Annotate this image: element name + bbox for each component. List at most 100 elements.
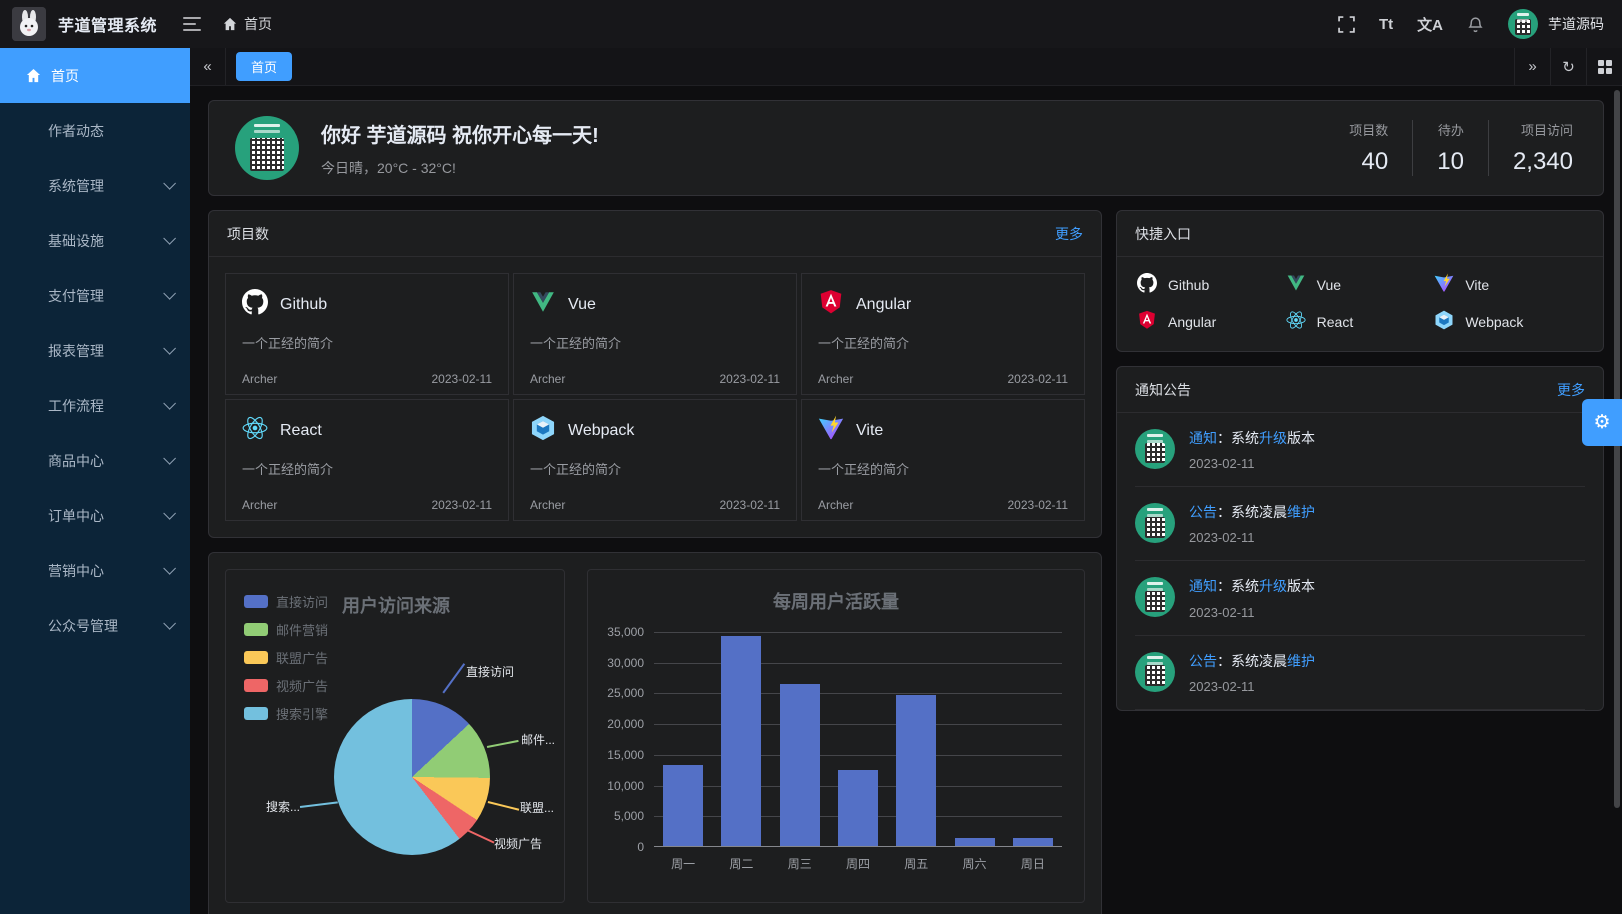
legend-swatch: [244, 651, 268, 664]
collapse-menu-icon[interactable]: [183, 17, 201, 31]
notice-item-3[interactable]: 通知：系统升级版本2023-02-11: [1135, 561, 1585, 635]
bars-container: [654, 632, 1062, 846]
notice-title: 通知：系统升级版本: [1189, 577, 1315, 595]
sidebar-item-5[interactable]: 支付管理: [0, 268, 190, 323]
project-card-vite[interactable]: Vite一个正经的简介Archer2023-02-11: [801, 399, 1085, 521]
y-axis-label: 10,000: [607, 779, 644, 793]
tabs-collapse-left-icon[interactable]: «: [190, 48, 226, 85]
sidebar-item-9[interactable]: 订单中心: [0, 488, 190, 543]
project-name: Angular: [856, 296, 911, 314]
gear-icon: ⚙: [1593, 411, 1610, 434]
stat-label: 项目访问: [1513, 120, 1573, 139]
stat-项目数: 项目数40: [1325, 120, 1412, 176]
legend-item-联盟广告[interactable]: 联盟广告: [244, 648, 328, 667]
bar-周五: [896, 695, 936, 846]
bar-周日: [1013, 838, 1053, 846]
language-icon[interactable]: 文A: [1417, 14, 1443, 35]
legend-item-直接访问[interactable]: 直接访问: [244, 592, 328, 611]
project-name: Vite: [856, 422, 883, 440]
chevron-down-icon: [163, 452, 176, 465]
chevron-down-icon: [163, 342, 176, 355]
sidebar-item-label: 订单中心: [48, 506, 163, 526]
vite-icon: [818, 415, 844, 446]
tabs-scroll-right-icon[interactable]: »: [1514, 48, 1550, 85]
font-size-icon[interactable]: Tt: [1379, 16, 1393, 33]
sidebar-item-3[interactable]: 系统管理: [0, 158, 190, 213]
y-axis-label: 15,000: [607, 748, 644, 762]
sidebar-item-8[interactable]: 商品中心: [0, 433, 190, 488]
fullscreen-icon[interactable]: [1338, 16, 1355, 33]
sidebar-item-7[interactable]: 工作流程: [0, 378, 190, 433]
shortcut-label: Webpack: [1465, 314, 1523, 330]
projects-more-link[interactable]: 更多: [1055, 224, 1083, 244]
vertical-scrollbar[interactable]: [1614, 90, 1620, 808]
github-icon: [1137, 273, 1157, 296]
project-card-react[interactable]: React一个正经的简介Archer2023-02-11: [225, 399, 509, 521]
bar-周四: [838, 770, 878, 846]
breadcrumb[interactable]: 首页: [223, 14, 272, 34]
notice-item-1[interactable]: 通知：系统升级版本2023-02-11: [1135, 413, 1585, 487]
sidebar-item-4[interactable]: 基础设施: [0, 213, 190, 268]
settings-drawer-button[interactable]: ⚙: [1582, 399, 1622, 446]
legend-item-视频广告[interactable]: 视频广告: [244, 676, 328, 695]
project-desc: 一个正经的简介: [818, 333, 1068, 352]
sidebar-item-label: 公众号管理: [48, 616, 163, 636]
notice-item-2[interactable]: 公告：系统凌晨维护2023-02-11: [1135, 487, 1585, 561]
shortcut-vue[interactable]: Vue: [1286, 273, 1435, 296]
shortcut-vite[interactable]: Vite: [1434, 273, 1583, 296]
y-axis-label: 0: [637, 840, 644, 854]
shortcut-label: Vue: [1317, 277, 1341, 293]
tab-home[interactable]: 首页: [236, 52, 292, 81]
sidebar-item-label: 系统管理: [48, 176, 163, 196]
user-avatar[interactable]: [1508, 9, 1538, 39]
legend-swatch: [244, 595, 268, 608]
project-card-angular[interactable]: Angular一个正经的简介Archer2023-02-11: [801, 273, 1085, 395]
welcome-avatar: [235, 116, 299, 180]
pie-chart: [334, 699, 490, 855]
sidebar-item-11[interactable]: 公众号管理: [0, 598, 190, 653]
project-footer: Archer2023-02-11: [530, 372, 780, 386]
refresh-icon[interactable]: ↻: [1550, 48, 1586, 85]
notice-body: 公告：系统凌晨维护2023-02-11: [1189, 503, 1315, 545]
x-axis-label: 周一: [663, 855, 703, 872]
shortcut-react[interactable]: React: [1286, 310, 1435, 333]
notice-item-4[interactable]: 公告：系统凌晨维护2023-02-11: [1135, 636, 1585, 710]
sidebar-item-label: 首页: [51, 66, 172, 86]
project-author: Archer: [818, 498, 853, 512]
project-card-github[interactable]: Github一个正经的简介Archer2023-02-11: [225, 273, 509, 395]
legend-swatch: [244, 707, 268, 720]
legend-item-搜索引擎[interactable]: 搜索引擎: [244, 704, 328, 723]
project-card-header: Vite: [818, 415, 1068, 446]
shortcut-webpack[interactable]: Webpack: [1434, 310, 1583, 333]
project-desc: 一个正经的简介: [818, 459, 1068, 478]
sidebar-item-label: 商品中心: [48, 451, 163, 471]
x-axis-label: 周三: [780, 855, 820, 872]
github-icon: [242, 289, 268, 320]
project-card-webpack[interactable]: Webpack一个正经的简介Archer2023-02-11: [513, 399, 797, 521]
notice-date: 2023-02-11: [1189, 530, 1315, 545]
legend-item-邮件营销[interactable]: 邮件营销: [244, 620, 328, 639]
project-card-vue[interactable]: Vue一个正经的简介Archer2023-02-11: [513, 273, 797, 395]
bar-周六: [955, 838, 995, 846]
home-icon: [26, 68, 41, 83]
project-author: Archer: [530, 498, 565, 512]
sidebar-item-6[interactable]: 报表管理: [0, 323, 190, 378]
project-date: 2023-02-11: [720, 372, 781, 386]
bar-chart-title: 每周用户活跃量: [588, 588, 1084, 614]
pie-callout-line: [442, 663, 464, 693]
breadcrumb-label: 首页: [244, 14, 272, 34]
tab-options-grid-icon[interactable]: [1586, 48, 1622, 85]
shortcut-angular[interactable]: Angular: [1137, 310, 1286, 333]
notice-avatar: [1135, 429, 1175, 469]
shortcut-github[interactable]: Github: [1137, 273, 1286, 296]
sidebar-item-10[interactable]: 营销中心: [0, 543, 190, 598]
bell-icon[interactable]: [1467, 16, 1484, 33]
notices-more-link[interactable]: 更多: [1557, 380, 1585, 400]
y-axis-label: 25,000: [607, 686, 644, 700]
welcome-stats: 项目数40待办10项目访问2,340: [1325, 120, 1577, 176]
sidebar-item-1[interactable]: 首页: [0, 48, 190, 103]
app-header: 芋道管理系统 首页 Tt 文A 芋道源码: [0, 0, 1622, 48]
shortcuts-card: 快捷入口 GithubVueViteAngularReactWebpack: [1116, 210, 1604, 352]
notice-body: 通知：系统升级版本2023-02-11: [1189, 577, 1315, 619]
sidebar-item-2[interactable]: 作者动态: [0, 103, 190, 158]
